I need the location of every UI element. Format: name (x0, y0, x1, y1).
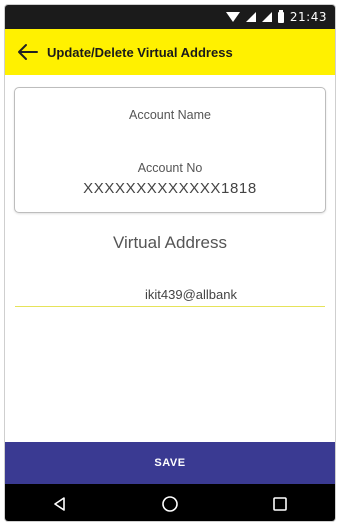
status-bar: 21:43 (5, 5, 335, 29)
signal-icon (245, 12, 256, 22)
virtual-address-input[interactable] (145, 287, 315, 302)
page-title: Update/Delete Virtual Address (47, 44, 233, 60)
virtual-address-field (15, 285, 325, 307)
account-number-label: Account No (137, 161, 203, 175)
recents-square-icon[interactable] (265, 489, 295, 519)
wifi-icon (225, 12, 240, 22)
signal-icon-2 (261, 12, 272, 22)
arrow-left-icon[interactable] (15, 40, 39, 64)
app-bar: Update/Delete Virtual Address (5, 29, 335, 75)
save-button[interactable]: SAVE (5, 442, 335, 484)
account-name-label: Account Name (129, 108, 211, 122)
virtual-address-heading: Virtual Address (112, 233, 228, 252)
battery-icon (277, 9, 284, 23)
account-card: Account Name Account No XXXXXXXXXXXXX181… (14, 87, 326, 213)
phone-screen: 21:43 Update/Delete Virtual Address Acco… (4, 4, 336, 522)
home-circle-icon[interactable] (155, 489, 185, 519)
account-number-value: XXXXXXXXXXXXX1818 (83, 180, 257, 197)
back-triangle-icon[interactable] (45, 489, 75, 519)
system-nav-bar (5, 484, 335, 521)
status-time: 21:43 (289, 10, 327, 24)
